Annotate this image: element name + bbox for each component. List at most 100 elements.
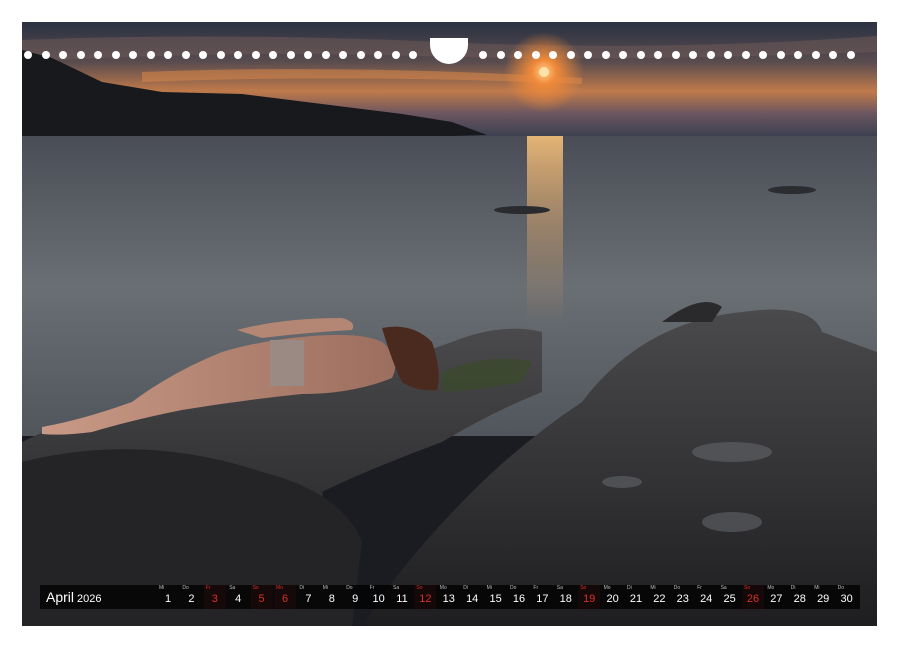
- binding-hole: [304, 51, 312, 59]
- day-number: 24: [700, 593, 713, 605]
- day-number: 20: [606, 593, 619, 605]
- day-number: 23: [676, 593, 689, 605]
- day-number: 2: [188, 593, 195, 605]
- binding-hole: [164, 51, 172, 59]
- binding-hole: [94, 51, 102, 59]
- binding-hole: [59, 51, 67, 59]
- binding-hole: [234, 51, 242, 59]
- spiral-binding: [0, 24, 899, 64]
- day-number: 5: [258, 593, 265, 605]
- day-number: 7: [305, 593, 312, 605]
- month-name: April: [46, 589, 75, 605]
- binding-hole: [776, 51, 785, 59]
- day-cell: Di 14: [461, 585, 483, 609]
- binding-hole: [811, 51, 820, 59]
- day-number: 27: [770, 593, 783, 605]
- binding-hole: [286, 51, 295, 59]
- day-number: 10: [372, 593, 385, 605]
- binding-hole: [24, 51, 32, 59]
- day-number: 21: [629, 593, 643, 605]
- binding-hole: [321, 51, 330, 59]
- day-cell: Sa 11: [391, 585, 413, 609]
- day-cell: Di 7: [297, 585, 319, 609]
- binding-hole: [671, 51, 680, 59]
- binding-hole: [724, 51, 732, 59]
- day-number: 19: [583, 593, 596, 605]
- day-number: 30: [840, 593, 853, 605]
- day-number: 29: [817, 593, 830, 605]
- calendar-bar: April 2026 Mi 1 Do 2 Fr 3 Sa 4 So 5 Mo 6 Di 7 Mi 8 Do 9 Fr 1…: [40, 585, 860, 609]
- binding-hole: [829, 51, 837, 59]
- day-number: 15: [489, 593, 502, 605]
- binding-hole: [111, 51, 120, 59]
- day-cell: Mo 13: [438, 585, 460, 609]
- day-cell: Mi 8: [321, 585, 343, 609]
- binding-hole: [251, 51, 260, 59]
- day-number: 18: [559, 593, 572, 605]
- binding-hole: [601, 51, 610, 59]
- binding-hole: [41, 51, 50, 59]
- day-cell: Do 2: [180, 585, 202, 609]
- day-cell: Do 16: [508, 585, 530, 609]
- binding-hole: [759, 51, 767, 59]
- binding-hole: [619, 51, 627, 59]
- sunset-seascape-photo: [22, 22, 877, 626]
- day-number: 6: [281, 593, 289, 605]
- day-cell: Fr 10: [368, 585, 390, 609]
- day-cell: Mi 22: [648, 585, 670, 609]
- day-cell: Sa 25: [719, 585, 741, 609]
- day-number: 14: [466, 593, 479, 605]
- year-label: 2026: [77, 593, 102, 605]
- day-cell: Mo 6: [274, 585, 296, 609]
- binding-hole: [129, 51, 137, 59]
- day-number: 11: [396, 593, 408, 605]
- day-number: 26: [746, 593, 760, 605]
- binding-hole: [199, 51, 207, 59]
- binding-hole: [356, 51, 365, 59]
- binding-hole: [654, 51, 662, 59]
- day-number: 17: [536, 593, 549, 605]
- day-cell: Sa 4: [227, 585, 249, 609]
- day-cell: So 12: [414, 585, 437, 609]
- day-number: 13: [442, 593, 455, 605]
- day-number: 4: [235, 593, 242, 605]
- binding-hole: [741, 51, 750, 59]
- binding-hole: [496, 51, 505, 59]
- day-number: 25: [723, 593, 736, 605]
- day-cell: Fr 3: [203, 585, 226, 609]
- day-cell: So 26: [742, 585, 764, 609]
- day-cell: So 19: [578, 585, 601, 609]
- day-number: 8: [328, 593, 335, 605]
- binding-hole: [549, 51, 557, 59]
- day-cell: Di 28: [789, 585, 811, 609]
- day-number: 9: [352, 593, 359, 605]
- binding-hole: [689, 51, 697, 59]
- day-number: 1: [164, 593, 172, 605]
- binding-hole: [584, 51, 592, 59]
- binding-hole: [146, 51, 155, 59]
- day-number: 22: [653, 593, 666, 605]
- binding-hole: [531, 51, 540, 59]
- day-number: 3: [211, 593, 218, 605]
- binding-hole: [339, 51, 347, 59]
- day-cell: Do 9: [344, 585, 366, 609]
- binding-hole: [391, 51, 400, 59]
- binding-hole: [269, 51, 277, 59]
- binding-hole: [181, 51, 190, 59]
- day-cell: Do 30: [836, 585, 858, 609]
- binding-hole: [374, 51, 382, 59]
- binding-hole: [706, 51, 715, 59]
- binding-hole: [566, 51, 575, 59]
- day-cell: Sa 18: [555, 585, 577, 609]
- day-cell: Mi 15: [485, 585, 507, 609]
- day-number: 28: [793, 593, 806, 605]
- day-cell: Mo 27: [765, 585, 787, 609]
- day-cell: Mo 20: [602, 585, 624, 609]
- binding-hole: [409, 51, 417, 59]
- calendar-page: [22, 22, 877, 626]
- binding-hole: [216, 51, 225, 59]
- binding-hole: [636, 51, 645, 59]
- binding-hole: [794, 51, 802, 59]
- day-cell: Di 21: [625, 585, 647, 609]
- day-cell: Mi 29: [812, 585, 834, 609]
